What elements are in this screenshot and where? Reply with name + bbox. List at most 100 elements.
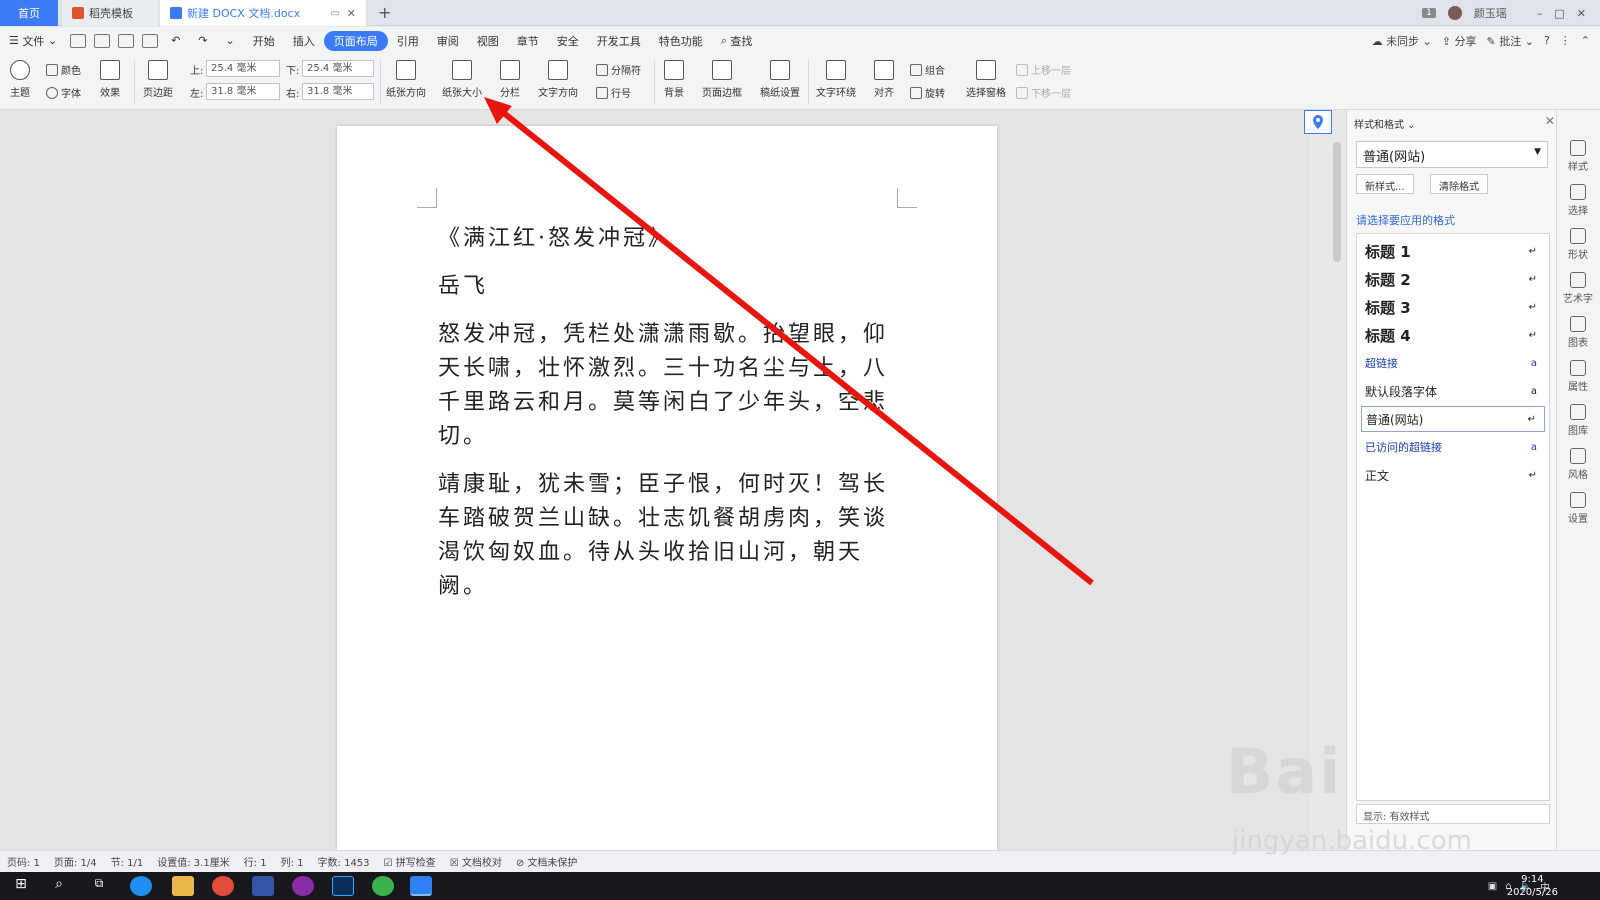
sidebar-item-2[interactable]: 形状 bbox=[1560, 228, 1596, 261]
status-pages[interactable]: 页面: 1/4 bbox=[47, 854, 104, 869]
proofread-button[interactable]: ☒ 文档校对 bbox=[443, 854, 509, 869]
wechat-icon[interactable] bbox=[372, 876, 394, 896]
top-margin-input[interactable]: 25.4 毫米 bbox=[206, 60, 280, 77]
search-icon[interactable]: ⌕ bbox=[48, 876, 70, 896]
tab-7[interactable]: 安全 bbox=[548, 31, 588, 51]
style-item[interactable]: 超链接 a bbox=[1361, 350, 1545, 376]
background-button[interactable]: 背景 bbox=[664, 60, 684, 99]
print-preview-icon[interactable] bbox=[142, 33, 159, 48]
user-avatar[interactable] bbox=[1447, 6, 1462, 20]
collapse-ribbon-icon[interactable]: ⌃ bbox=[1581, 34, 1590, 47]
text-wrap-button[interactable]: 文字环绕 bbox=[816, 60, 856, 99]
sidebar-item-8[interactable]: 设置 bbox=[1560, 492, 1596, 525]
new-tab-button[interactable]: + bbox=[378, 3, 391, 22]
wps-writer-icon[interactable] bbox=[410, 876, 432, 896]
status-page[interactable]: 页码: 1 bbox=[0, 854, 47, 869]
tab-5[interactable]: 视图 bbox=[468, 31, 508, 51]
customize-icon[interactable]: ⌄ bbox=[217, 31, 244, 51]
right-margin-input[interactable]: 31.8 毫米 bbox=[302, 83, 374, 100]
file-explorer-icon[interactable] bbox=[172, 876, 194, 896]
show-styles-select[interactable]: 显示: 有效样式 bbox=[1356, 804, 1550, 824]
print-icon[interactable] bbox=[118, 33, 135, 48]
app-icon[interactable] bbox=[292, 876, 314, 896]
user-name[interactable]: 颜玉瑶 bbox=[1474, 5, 1507, 21]
tab-8[interactable]: 开发工具 bbox=[588, 31, 650, 51]
tab-9[interactable]: 特色功能 bbox=[650, 31, 712, 51]
bottom-margin-input[interactable]: 25.4 毫米 bbox=[302, 60, 374, 77]
spell-check-button[interactable]: ☑ 拼写检查 bbox=[377, 854, 443, 869]
tab-6[interactable]: 章节 bbox=[508, 31, 548, 51]
status-row[interactable]: 行: 1 bbox=[237, 854, 274, 869]
tab-1[interactable]: 插入 bbox=[284, 31, 324, 51]
tab-pin-icon[interactable]: ▭ bbox=[331, 8, 340, 19]
help-button[interactable]: ? bbox=[1544, 34, 1550, 47]
draft-settings-button[interactable]: 稿纸设置 bbox=[760, 60, 800, 99]
share-button[interactable]: ⇪ 分享 bbox=[1442, 33, 1477, 49]
columns-button[interactable]: 分栏 bbox=[500, 60, 520, 99]
photoshop-icon[interactable] bbox=[332, 876, 354, 896]
group-button[interactable]: 组合 bbox=[910, 62, 945, 77]
sidebar-item-7[interactable]: 风格 bbox=[1560, 448, 1596, 481]
selection-pane-button[interactable]: 选择窗格 bbox=[966, 60, 1006, 99]
close-window-button[interactable]: ✕ bbox=[1577, 7, 1586, 20]
poem-paragraph-1[interactable]: 怒发冲冠，凭栏处潇潇雨歇。抬望眼，仰天长啸，壮怀激烈。三十功名尘与土，八千里路云… bbox=[438, 318, 908, 454]
new-style-button[interactable]: 新样式... bbox=[1356, 174, 1414, 194]
bring-forward-button[interactable]: 上移一层 bbox=[1016, 62, 1071, 77]
tab-home[interactable]: 首页 bbox=[0, 0, 58, 26]
sidebar-item-5[interactable]: 属性 bbox=[1560, 360, 1596, 393]
sidebar-item-4[interactable]: 图表 bbox=[1560, 316, 1596, 349]
current-style-select[interactable]: 普通(网站) ▼ bbox=[1356, 141, 1548, 168]
format-painter-icon[interactable] bbox=[94, 33, 111, 48]
line-number-button[interactable]: 行号 bbox=[596, 85, 631, 100]
color-button[interactable]: 颜色 bbox=[46, 62, 81, 77]
more-icon[interactable]: ⋮ bbox=[1560, 34, 1571, 47]
redo-icon[interactable]: ↷ bbox=[189, 31, 216, 51]
style-item[interactable]: 默认段落字体 a bbox=[1361, 378, 1545, 404]
theme-button[interactable]: 主题 bbox=[10, 60, 30, 99]
page-border-button[interactable]: 页面边框 bbox=[702, 60, 742, 99]
review-button[interactable]: ✎ 批注 ⌄ bbox=[1487, 33, 1534, 49]
taskbar-clock[interactable]: 9:14 2020/5/26 bbox=[1507, 872, 1558, 900]
tray-icon[interactable]: ▣ bbox=[1488, 881, 1497, 892]
tab-close-icon[interactable]: ✕ bbox=[347, 7, 356, 20]
window-count-badge[interactable]: 1 bbox=[1422, 8, 1436, 18]
text-direction-button[interactable]: 文字方向 bbox=[538, 60, 578, 99]
vertical-scrollbar[interactable] bbox=[1333, 142, 1341, 262]
sidebar-item-6[interactable]: 图库 bbox=[1560, 404, 1596, 437]
windows-start-icon[interactable]: ⊞ bbox=[10, 876, 32, 896]
tab-3[interactable]: 引用 bbox=[388, 31, 428, 51]
effect-button[interactable]: 效果 bbox=[100, 60, 120, 99]
location-pin-button[interactable] bbox=[1304, 110, 1332, 134]
maximize-button[interactable]: □ bbox=[1554, 7, 1564, 20]
clear-format-button[interactable]: 清除格式 bbox=[1430, 174, 1488, 194]
tab-2[interactable]: 页面布局 bbox=[323, 30, 388, 51]
orientation-button[interactable]: 纸张方向 bbox=[386, 60, 426, 99]
font-button[interactable]: 字体 bbox=[46, 85, 81, 100]
undo-icon[interactable]: ↶ bbox=[162, 31, 189, 51]
sync-button[interactable]: ☁ 未同步 ⌄ bbox=[1372, 33, 1432, 49]
style-item[interactable]: 标题 2 ↵ bbox=[1361, 266, 1545, 292]
save-icon[interactable] bbox=[70, 33, 87, 48]
send-backward-button[interactable]: 下移一层 bbox=[1016, 85, 1071, 100]
sidebar-item-0[interactable]: 样式 bbox=[1560, 140, 1596, 173]
align-button[interactable]: 对齐 bbox=[874, 60, 894, 99]
style-item[interactable]: 标题 4 ↵ bbox=[1361, 322, 1545, 348]
margins-button[interactable]: 页边距 bbox=[143, 60, 173, 99]
tab-4[interactable]: 审阅 bbox=[428, 31, 468, 51]
minimize-button[interactable]: – bbox=[1537, 7, 1543, 20]
pane-close-icon[interactable]: ✕ bbox=[1545, 114, 1555, 128]
file-menu[interactable]: ☰ 文件 ⌄ bbox=[0, 31, 66, 51]
app-icon[interactable] bbox=[252, 876, 274, 896]
sidebar-item-1[interactable]: 选择 bbox=[1560, 184, 1596, 217]
chrome-icon[interactable] bbox=[212, 876, 234, 896]
browser-icon[interactable] bbox=[130, 876, 152, 896]
style-item[interactable]: 正文 ↵ bbox=[1361, 462, 1545, 488]
sidebar-item-3[interactable]: 艺术字 bbox=[1560, 272, 1596, 305]
poem-paragraph-2[interactable]: 靖康耻，犹未雪；臣子恨，何时灭！驾长车踏破贺兰山缺。壮志饥餐胡虏肉，笑谈渴饮匈奴… bbox=[438, 468, 908, 604]
status-section[interactable]: 节: 1/1 bbox=[104, 854, 151, 869]
style-item[interactable]: 普通(网站) ↵ bbox=[1361, 406, 1545, 432]
style-item[interactable]: 已访问的超链接 a bbox=[1361, 434, 1545, 460]
poem-author[interactable]: 岳飞 bbox=[438, 270, 908, 304]
style-item[interactable]: 标题 3 ↵ bbox=[1361, 294, 1545, 320]
tab-0[interactable]: 开始 bbox=[244, 31, 284, 51]
